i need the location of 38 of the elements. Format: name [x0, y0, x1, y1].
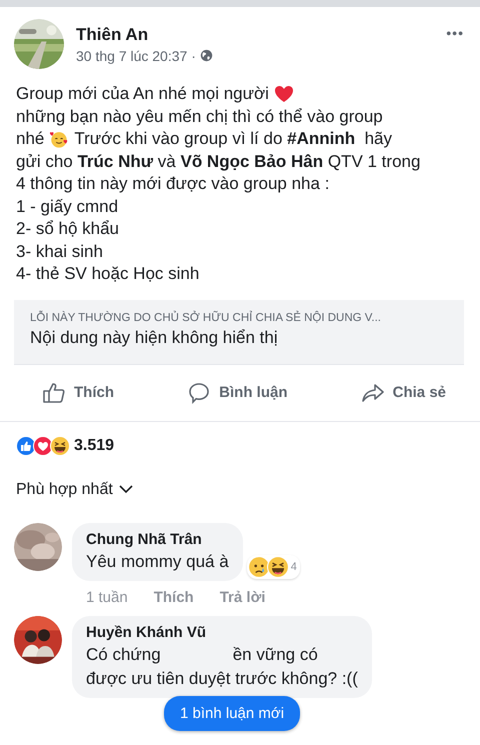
- new-comments-button[interactable]: 1 bình luận mới: [164, 696, 300, 731]
- comment-text: ền vững có: [232, 644, 318, 664]
- like-button[interactable]: Thích: [42, 376, 114, 408]
- reaction-count[interactable]: 4: [290, 560, 297, 572]
- error-notice: LỖI NÀY THƯỜNG DO CHỦ SỞ HỮU CHỈ CHIA SẺ NỘI DUNG V...: [30, 312, 382, 324]
- post-text: những bạn nào yêu mến chị thì có thể vào group: [16, 106, 383, 128]
- commenter-name[interactable]: Chung Nhã Trân: [86, 530, 229, 548]
- thumbs-up-icon: [42, 380, 66, 404]
- post-text: nhé: [16, 128, 44, 150]
- heart-emoji-icon: [274, 84, 294, 104]
- unavailable-message: Nội dung này hiện không hiển thị: [30, 328, 279, 348]
- post-time: 30 thg 7 lúc 20:37 ·: [76, 48, 196, 64]
- comment-text: Có chứng: [86, 644, 161, 664]
- comment-button[interactable]: Bình luận: [187, 376, 288, 408]
- commenter-name[interactable]: Huyền Khánh Vũ: [86, 624, 358, 640]
- post-text: Trước khi vào group vì lí do #Anninh hãy: [74, 128, 392, 150]
- more-options-button[interactable]: •••: [446, 25, 464, 41]
- post-text: Group mới của An nhé mọi người: [16, 83, 269, 105]
- comment-text: Yêu mommy quá à: [86, 552, 229, 572]
- globe-icon: [200, 49, 213, 62]
- reaction-count[interactable]: 3.519: [74, 436, 114, 454]
- comment-time: 1 tuần: [86, 588, 128, 606]
- post-text: 4 thông tin này mới được vào group nha :: [16, 173, 330, 195]
- reply-link[interactable]: Trả lời: [220, 588, 266, 606]
- share-button[interactable]: Chia sẻ: [360, 376, 446, 408]
- comment-text: được ưu tiên duyệt trước không? :((: [86, 668, 358, 688]
- post-text: 2- sổ hộ khẩu: [16, 218, 120, 240]
- post-text: 3- khai sinh: [16, 240, 103, 262]
- sort-dropdown[interactable]: Phù hợp nhất: [16, 480, 133, 498]
- post-text: gửi cho Trúc Như và Võ Ngọc Bảo Hân QTV 1 trong: [16, 150, 420, 173]
- author-name[interactable]: Thiên An: [76, 24, 434, 44]
- post-text: 1 - giấy cmnd: [16, 196, 118, 218]
- chevron-down-icon: [118, 485, 133, 494]
- speech-bubble-icon: [187, 380, 212, 404]
- post-text: 4- thẻ SV hoặc Học sinh: [16, 263, 200, 285]
- like-link[interactable]: Thích: [154, 588, 194, 606]
- laughing-emoji-icon: [50, 436, 70, 456]
- smiling-face-with-hearts-icon: [49, 129, 70, 150]
